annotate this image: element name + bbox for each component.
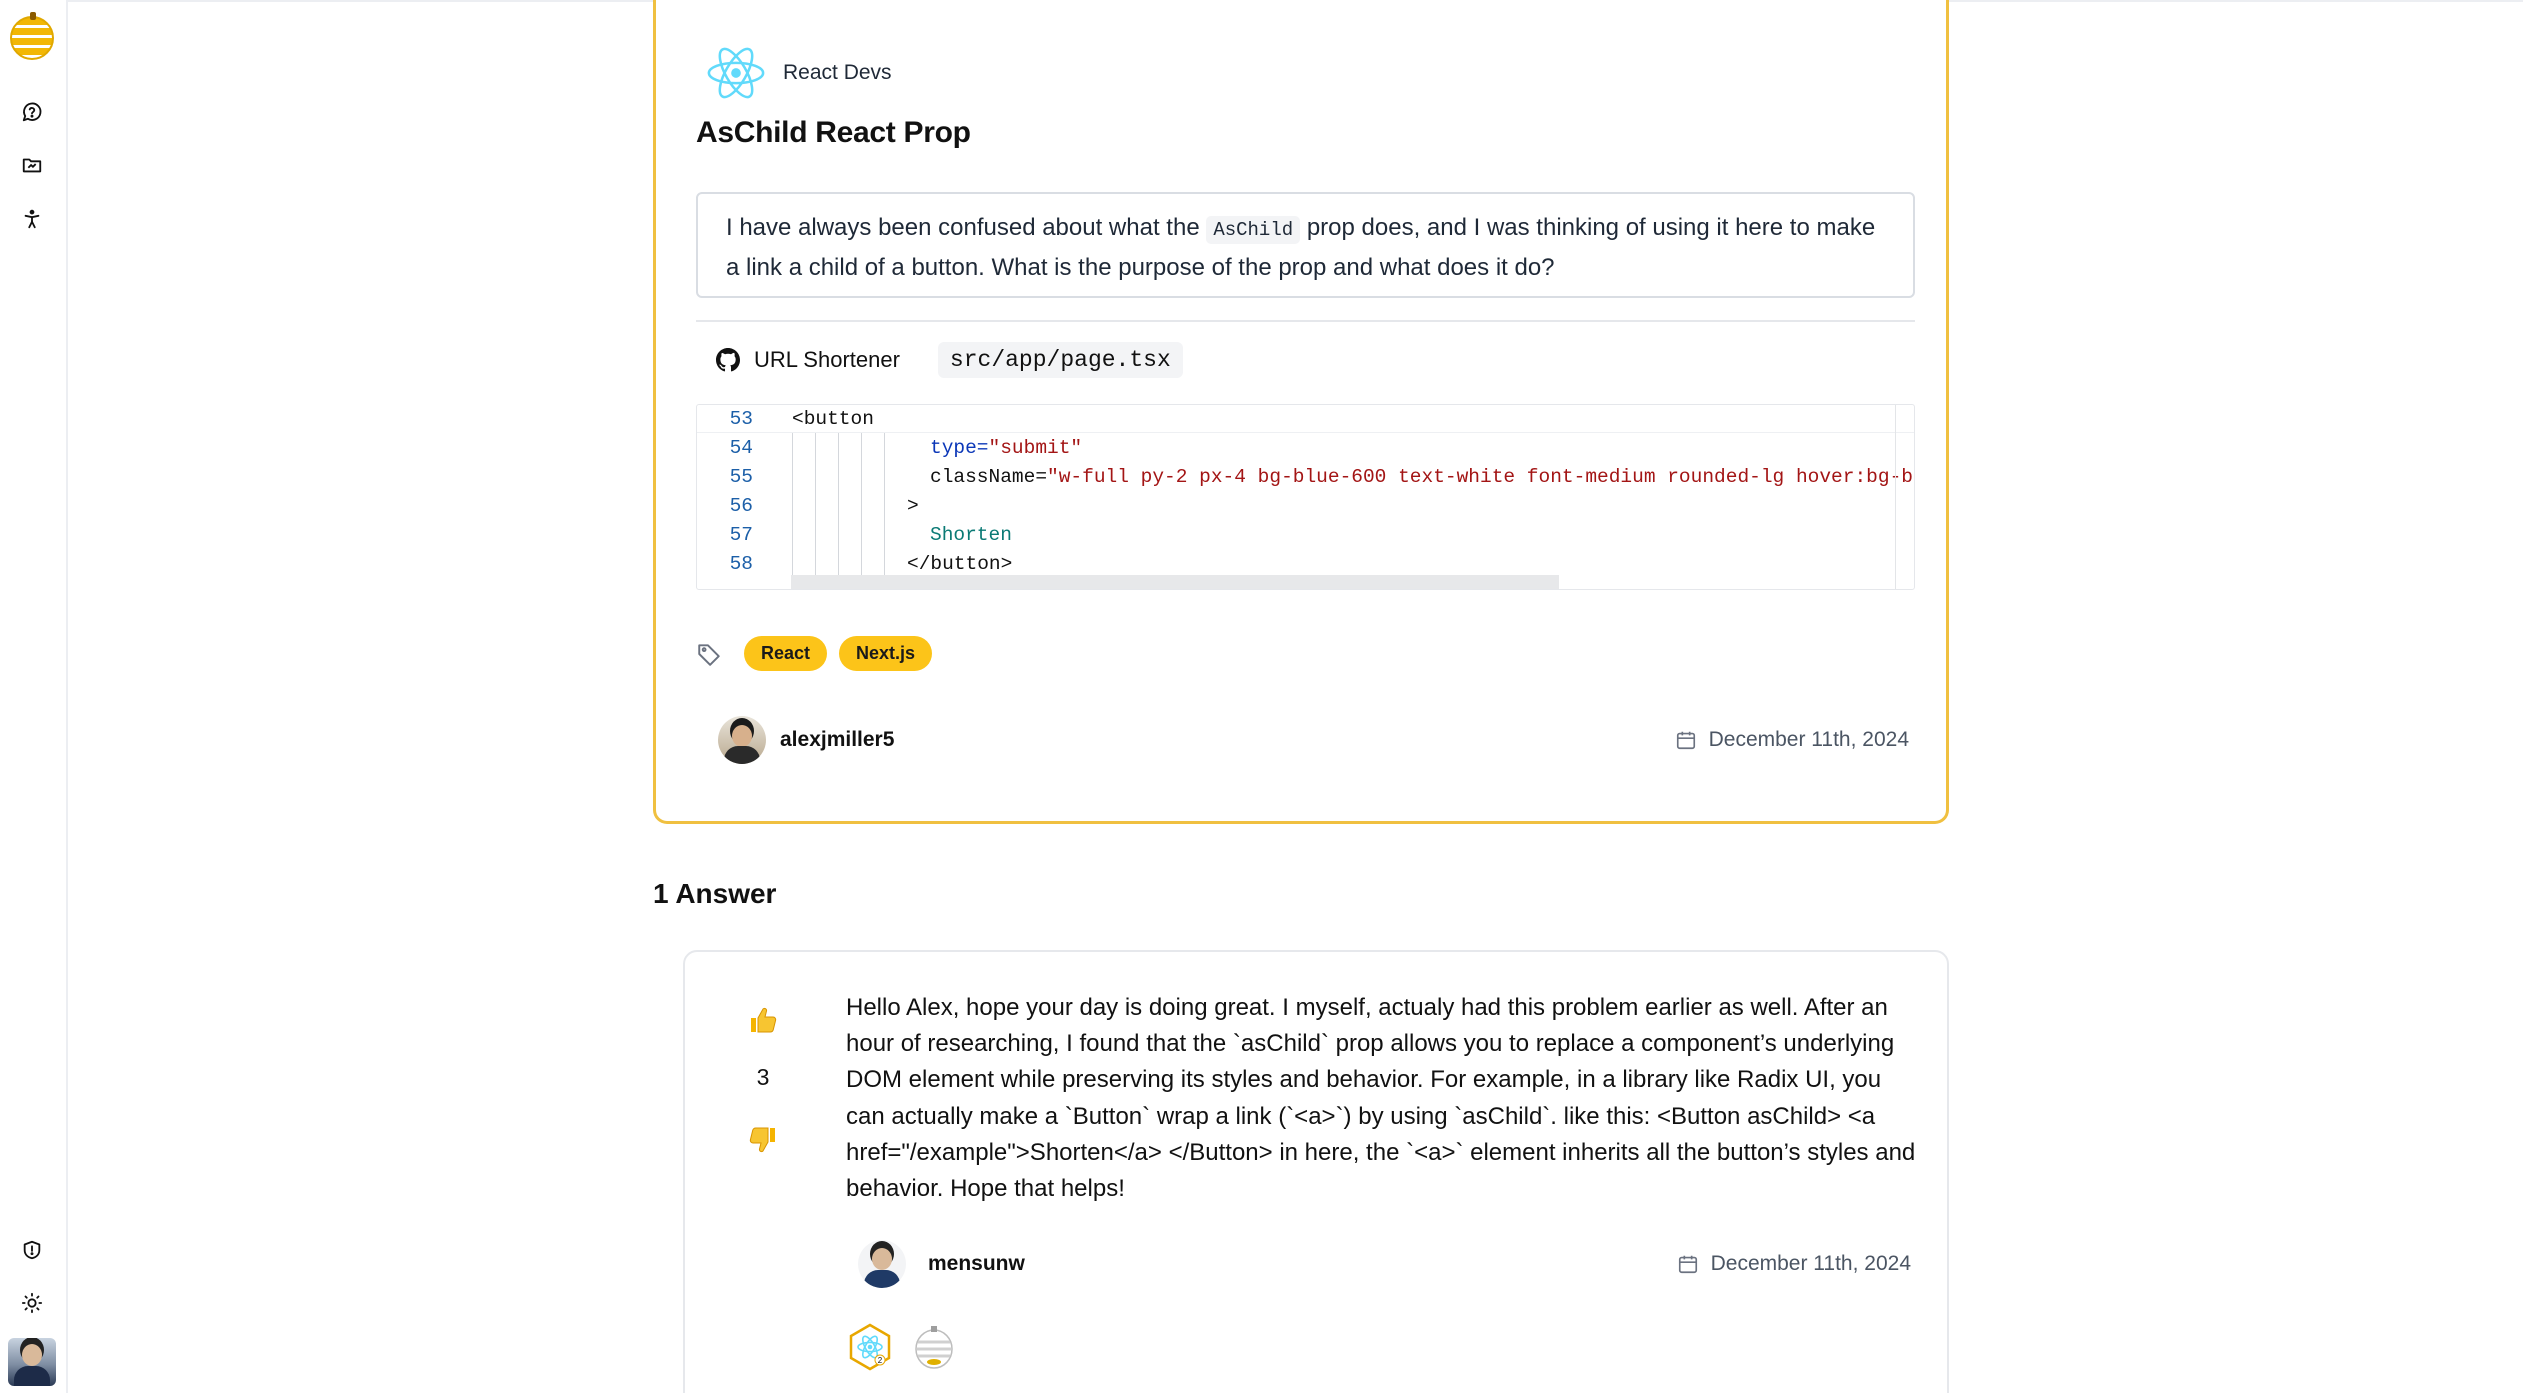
answers-heading: 1 Answer (653, 878, 777, 909)
calendar-icon (1676, 731, 1695, 750)
bee-hive-badge-icon[interactable] (909, 1322, 959, 1372)
horizontal-scrollbar[interactable] (791, 575, 1559, 589)
code-text: <button (792, 407, 874, 430)
author-avatar[interactable] (718, 716, 766, 764)
repo-name[interactable]: URL Shortener (754, 347, 900, 373)
question-date: December 11th, 2024 (1675, 728, 1909, 752)
indent-guide (792, 433, 793, 579)
line-number: 57 (729, 523, 753, 546)
code-line: 55 className="w-full py-2 px-4 bg-blue-6… (697, 462, 1914, 491)
line-number: 53 (729, 407, 753, 430)
tag-nextjs[interactable]: Next.js (839, 636, 933, 671)
badge-level: 2 (878, 1356, 883, 1365)
answer-body: Hello Alex, hope your day is doing great… (846, 994, 1916, 1203)
bee-hive-logo[interactable] (10, 12, 54, 60)
question-date-text: December 11th, 2024 (1708, 728, 1909, 751)
line-number: 56 (729, 494, 753, 517)
code-text: </button> (907, 552, 1013, 575)
line-number: 54 (729, 436, 753, 459)
tag-icon (698, 643, 720, 666)
answer-author[interactable]: mensunw (858, 1240, 1025, 1288)
question-body-text-1: I have always been confused about what t… (726, 214, 1207, 241)
user-avatar[interactable] (8, 1338, 56, 1386)
code-block[interactable]: 53 <button 54 type="submit" 55 className… (696, 404, 1915, 590)
group-name[interactable]: React Devs (783, 61, 892, 85)
indent-guide (861, 433, 862, 579)
answer-date-text: December 11th, 2024 (1710, 1252, 1911, 1275)
indent-guide (815, 433, 816, 579)
answer-card: 3 Hello Alex, hope your day is doing gre… (683, 950, 1949, 1393)
shield-alert-icon[interactable] (16, 1234, 48, 1266)
code-string: "w-full py-2 px-4 bg-blue-600 text-white… (1047, 465, 1915, 488)
author-name[interactable]: alexjmiller5 (780, 728, 894, 752)
react-hex-badge-icon[interactable]: 2 (845, 1322, 895, 1372)
react-logo-icon (707, 47, 765, 99)
thumbs-down-icon[interactable] (747, 1124, 779, 1156)
file-path[interactable]: src/app/page.tsx (937, 342, 1183, 378)
code-string: "submit" (988, 436, 1083, 459)
line-number: 58 (729, 552, 753, 575)
divider (696, 320, 1915, 322)
indent-guide (884, 433, 885, 579)
tag-react[interactable]: React (744, 636, 828, 671)
question-card: React Devs AsChild React Prop I have alw… (653, 0, 1949, 824)
thumbs-up-icon[interactable] (747, 1004, 779, 1036)
question-author[interactable]: alexjmiller5 (718, 716, 894, 764)
answer-author-name[interactable]: mensunw (928, 1252, 1025, 1276)
line-number: 55 (729, 465, 753, 488)
code-line: 56 > (697, 491, 1914, 520)
inline-code: AsChild (1206, 216, 1301, 244)
folder-icon[interactable] (16, 149, 48, 181)
code-text: Shorten (930, 523, 1012, 546)
repo-row: URL Shortener src/app/page.tsx (716, 342, 1183, 378)
code-attr: className= (930, 465, 1048, 488)
sun-icon[interactable] (16, 1287, 48, 1319)
tags-row: React Next.js (696, 636, 933, 671)
code-right-edge (1895, 405, 1896, 589)
question-title: AsChild React Prop (696, 116, 971, 149)
code-text: > (907, 494, 919, 517)
indent-guide (838, 433, 839, 579)
code-line: 57 Shorten (697, 520, 1914, 549)
sidebar (0, 0, 68, 1393)
code-line: 53 <button (697, 405, 1914, 433)
code-line: 58 </button> (697, 549, 1914, 578)
answer-date: December 11th, 2024 (1677, 1252, 1911, 1276)
code-attr: type= (930, 436, 989, 459)
author-badges: 2 (845, 1322, 959, 1372)
message-question-icon[interactable] (16, 96, 48, 128)
github-icon (716, 348, 740, 372)
answer-author-avatar[interactable] (858, 1240, 906, 1288)
group-header[interactable]: React Devs (705, 42, 892, 104)
question-body: I have always been confused about what t… (696, 192, 1915, 298)
accessibility-icon[interactable] (16, 203, 48, 235)
code-line: 54 type="submit" (697, 433, 1914, 462)
vote-count: 3 (756, 1064, 770, 1090)
calendar-icon (1678, 1255, 1697, 1274)
